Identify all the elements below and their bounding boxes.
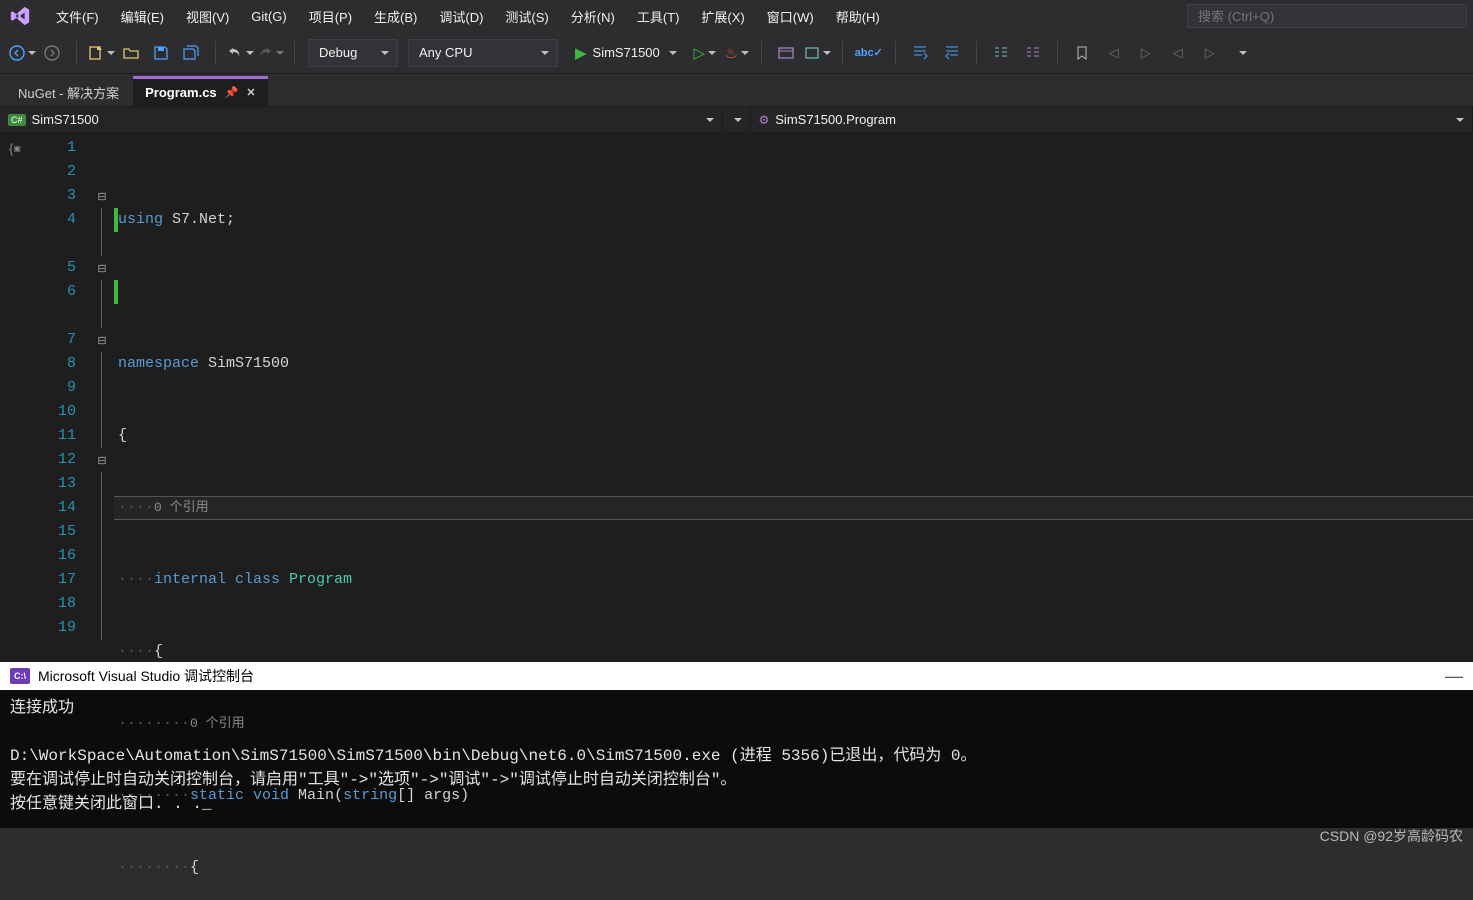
uncomment-button[interactable] bbox=[1019, 39, 1047, 67]
spellcheck-icon[interactable]: abc✓ bbox=[853, 39, 885, 67]
class-icon: ⚙ bbox=[759, 113, 770, 127]
hot-reload-button[interactable]: ♨ bbox=[723, 39, 751, 67]
undo-button[interactable] bbox=[226, 39, 254, 67]
browser-button[interactable] bbox=[772, 39, 800, 67]
nav-project-label: SimS71500 bbox=[32, 112, 99, 127]
main-menu-bar: 文件(F) 编辑(E) 视图(V) Git(G) 项目(P) 生成(B) 调试(… bbox=[0, 0, 1473, 32]
menu-window[interactable]: 窗口(W) bbox=[757, 3, 824, 30]
start-debug-button[interactable]: ▶ SimS71500 bbox=[565, 39, 687, 67]
nav-project-dropdown[interactable]: C# SimS71500 bbox=[0, 107, 723, 132]
pin-icon[interactable]: 📌 bbox=[225, 86, 239, 99]
config-dropdown[interactable]: Debug bbox=[308, 39, 398, 67]
platform-value: Any CPU bbox=[419, 45, 472, 60]
document-tab-strip: NuGet - 解决方案 Program.cs 📌 ✕ bbox=[0, 74, 1473, 106]
main-toolbar: Debug Any CPU ▶ SimS71500 ▷ ♨ abc✓ ◁ ▷ ◁… bbox=[0, 32, 1473, 74]
menu-help[interactable]: 帮助(H) bbox=[826, 3, 890, 30]
run-label: SimS71500 bbox=[593, 45, 660, 60]
bookmark-button[interactable] bbox=[1068, 39, 1096, 67]
bookmark-prev-button[interactable]: ◁ bbox=[1100, 39, 1128, 67]
new-item-button[interactable] bbox=[87, 39, 115, 67]
outdent-button[interactable] bbox=[938, 39, 966, 67]
start-without-debug-button[interactable]: ▷ bbox=[691, 39, 719, 67]
code-editor[interactable]: {▣ 1 2 3 4 5 6 7 8 9 10 11 12 13 14 15 1… bbox=[0, 132, 1473, 662]
nav-back-button[interactable] bbox=[8, 39, 36, 67]
nav-class-label: SimS71500.Program bbox=[775, 112, 896, 127]
config-value: Debug bbox=[319, 45, 357, 60]
navigation-bar: C# SimS71500 ⚙ SimS71500.Program bbox=[0, 106, 1473, 132]
tab-program-cs[interactable]: Program.cs 📌 ✕ bbox=[133, 76, 267, 106]
menu-file[interactable]: 文件(F) bbox=[46, 3, 109, 30]
indent-button[interactable] bbox=[906, 39, 934, 67]
nav-separator-dropdown[interactable] bbox=[723, 107, 751, 132]
menu-tools[interactable]: 工具(T) bbox=[627, 3, 690, 30]
csharp-badge-icon: C# bbox=[8, 114, 26, 126]
bookmark-next-button[interactable]: ▷ bbox=[1132, 39, 1160, 67]
menu-edit[interactable]: 编辑(E) bbox=[111, 3, 174, 30]
line-number-gutter: 1 2 3 4 5 6 7 8 9 10 11 12 13 14 15 16 1… bbox=[30, 132, 90, 662]
nav-class-dropdown[interactable]: ⚙ SimS71500.Program bbox=[751, 107, 1473, 132]
menu-view[interactable]: 视图(V) bbox=[176, 3, 239, 30]
menu-test[interactable]: 测试(S) bbox=[495, 3, 558, 30]
bookmark-prev-folder-button[interactable]: ◁ bbox=[1164, 39, 1192, 67]
menu-git[interactable]: Git(G) bbox=[241, 5, 296, 28]
menu-debug[interactable]: 调试(D) bbox=[429, 3, 493, 30]
close-icon[interactable]: ✕ bbox=[246, 86, 255, 99]
bookmark-next-folder-button[interactable]: ▷ bbox=[1196, 39, 1224, 67]
menu-build[interactable]: 生成(B) bbox=[364, 3, 427, 30]
tab-nuget[interactable]: NuGet - 解决方案 bbox=[6, 76, 131, 106]
save-button[interactable] bbox=[147, 39, 175, 67]
menu-extensions[interactable]: 扩展(X) bbox=[691, 3, 754, 30]
menu-project[interactable]: 项目(P) bbox=[299, 3, 362, 30]
fire-icon: ♨ bbox=[725, 44, 738, 62]
toolbar-overflow-button[interactable] bbox=[1228, 39, 1256, 67]
play-outline-icon: ▷ bbox=[693, 44, 705, 62]
vs-logo-icon bbox=[6, 2, 34, 30]
menu-analyze[interactable]: 分析(N) bbox=[561, 3, 625, 30]
console-badge-icon: C:\ bbox=[10, 668, 30, 684]
tab-nuget-label: NuGet - 解决方案 bbox=[18, 83, 119, 102]
web-button[interactable] bbox=[804, 39, 832, 67]
fold-column[interactable]: ⊟ ⊟ ⊟ ⊟ bbox=[90, 132, 114, 662]
play-icon: ▶ bbox=[575, 44, 587, 62]
comment-button[interactable] bbox=[987, 39, 1015, 67]
platform-dropdown[interactable]: Any CPU bbox=[408, 39, 558, 67]
tab-program-cs-label: Program.cs bbox=[145, 85, 217, 100]
code-area[interactable]: using S7.Net; namespace SimS71500 { ····… bbox=[114, 132, 1473, 662]
search-input[interactable] bbox=[1187, 4, 1467, 28]
save-all-button[interactable] bbox=[177, 39, 205, 67]
editor-margin: {▣ bbox=[0, 132, 30, 662]
redo-button[interactable] bbox=[256, 39, 284, 67]
nav-forward-button[interactable] bbox=[38, 39, 66, 67]
open-button[interactable] bbox=[117, 39, 145, 67]
